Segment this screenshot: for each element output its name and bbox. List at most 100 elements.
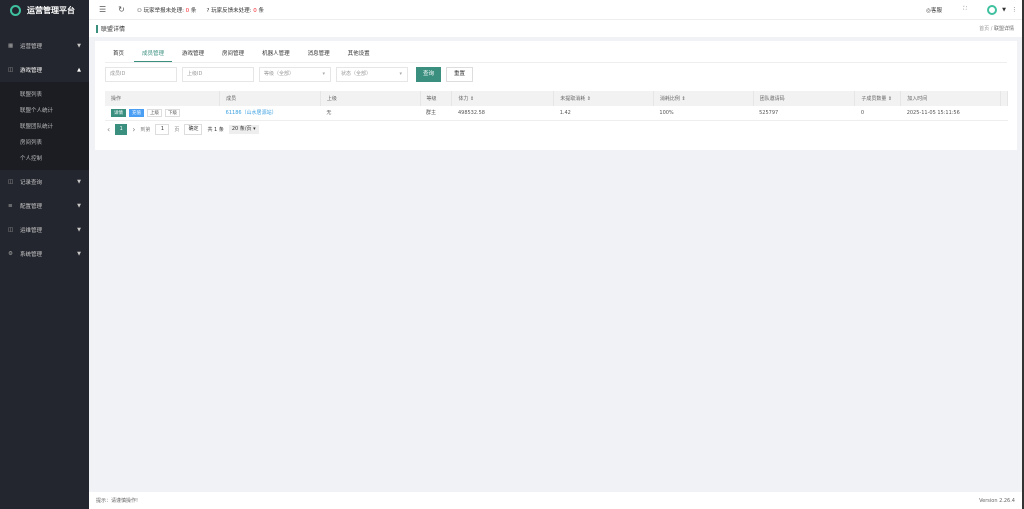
tab-messages[interactable]: 消息管理 (300, 47, 338, 62)
label: 客服 (931, 8, 942, 14)
more-icon[interactable]: ⋮ (1012, 7, 1018, 13)
breadcrumb-current: 联盟详情 (994, 26, 1014, 32)
member-id-input[interactable]: 成员ID (105, 67, 177, 82)
confirm-button[interactable]: 确定 (184, 124, 202, 135)
goto-label: 到第 (140, 126, 150, 133)
value: 20 条/页 (232, 126, 252, 132)
col-ratio[interactable]: 消耗比例 ⇕ (653, 91, 753, 106)
service-button[interactable]: ◎客服 (926, 6, 942, 14)
detail-button[interactable]: 详情 (111, 109, 126, 117)
col-level: 等级 (420, 91, 452, 106)
table-row: 详情充值上级下级 61186（山水居源站） 无 群主 498532.58 1.4… (105, 106, 1008, 120)
sidebar-item-ops[interactable]: ▦运营管理▼ (0, 34, 89, 58)
pagination: ‹ 1 › 到第 1 页 确定 共 1 条 20 条/页 ▾ (107, 124, 264, 135)
sidebar-item-records[interactable]: ◫ 记录查询 ▼ (0, 170, 89, 194)
sidebar-subitem-personal-control[interactable]: 个人控制 (0, 150, 89, 166)
col-invite: 团队邀请码 (753, 91, 855, 106)
page-input[interactable]: 1 (155, 124, 169, 135)
feedback-notice[interactable]: ? 玩家反馈未处理: 0 条 (206, 6, 264, 14)
col-member: 成员 (220, 91, 321, 106)
chevron-down-icon: ▾ (399, 68, 402, 81)
reset-button[interactable]: 重置 (446, 67, 473, 82)
sidebar-item-system[interactable]: ⚙ 系统管理 ▼ (0, 242, 89, 266)
breadcrumb-separator: / (991, 26, 993, 32)
sidebar-subitem-personal-stats[interactable]: 联盟个人统计 (0, 102, 89, 118)
content-card: 首页 成员管理 游戏管理 房间管理 机器人管理 消息管理 其他设置 成员ID 上… (95, 41, 1017, 150)
sidebar-item-game[interactable]: ◫ 游戏管理 ▲ (0, 58, 89, 82)
sidebar-item-config[interactable]: ≡配置管理▼ (0, 194, 89, 218)
record-icon: ◫ (8, 179, 14, 185)
ratio-cell: 100% (653, 106, 753, 120)
label: 游戏管理 (20, 66, 42, 74)
sidebar-subitem-team-stats[interactable]: 联盟团队统计 (0, 118, 89, 134)
caret-up-icon: ▲ (77, 67, 81, 73)
tab-rooms[interactable]: 房间管理 (214, 47, 252, 62)
logo-icon (10, 5, 21, 16)
value: 状态（全部） (341, 71, 371, 77)
tab-members[interactable]: 成员管理 (134, 47, 172, 62)
ops-icon: ◫ (8, 227, 14, 233)
col-stamina[interactable]: 体力 ⇕ (452, 91, 554, 106)
page-title: 联盟详情 (101, 24, 125, 33)
tab-home[interactable]: 首页 (105, 47, 132, 62)
col-unclaimed[interactable]: 未提取消耗 ⇕ (554, 91, 654, 106)
parent-cell: 无 (320, 106, 420, 120)
breadcrumb-home[interactable]: 首页 (979, 26, 989, 32)
gear-icon: ⚙ (8, 251, 14, 257)
caret-down-icon: ▼ (77, 43, 81, 49)
label: 记录查询 (20, 178, 42, 186)
member-link[interactable]: 61186（山水居源站） (220, 106, 321, 120)
caret-down-icon[interactable]: ▼ (1002, 7, 1006, 13)
recharge-button[interactable]: 充值 (129, 109, 144, 117)
parent-id-input[interactable]: 上级ID (182, 67, 254, 82)
sidebar-item-maint[interactable]: ◫运维管理▼ (0, 218, 89, 242)
tab-other[interactable]: 其他设置 (340, 47, 378, 62)
tab-robots[interactable]: 机器人管理 (254, 47, 298, 62)
submenu: 联盟列表 联盟个人统计 联盟团队统计 房间列表 个人控制 (0, 82, 89, 170)
label: 系统管理 (20, 250, 42, 258)
chevron-down-icon: ▾ (253, 126, 256, 132)
page-size-select[interactable]: 20 条/页 ▾ (229, 125, 259, 134)
spacer-cell (1000, 106, 1007, 120)
unit: 条 (191, 8, 197, 14)
col-children[interactable]: 子成员数量 ⇕ (855, 91, 901, 106)
col-joined: 加入时间 (901, 91, 1001, 106)
stamina-cell: 498532.58 (452, 106, 554, 120)
chart-icon: ▦ (8, 43, 14, 49)
app-title: 运营管理平台 (27, 5, 75, 16)
caret-down-icon: ▼ (77, 179, 81, 185)
level-select[interactable]: 等级（全部）▾ (259, 67, 331, 82)
unit: 条 (258, 8, 264, 14)
refresh-icon[interactable]: ↻ (118, 5, 125, 14)
page-unit: 页 (174, 126, 179, 133)
fullscreen-icon[interactable]: ⛶ (963, 6, 967, 13)
parent-button[interactable]: 上级 (147, 109, 162, 117)
status-select[interactable]: 状态（全部） ▾ (336, 67, 408, 82)
next-page-button[interactable]: › (132, 125, 135, 134)
invite-cell: 525797 (753, 106, 855, 120)
topbar: ☰ ↻ ⚇ 玩家举报未处理: 0 条 ? 玩家反馈未处理: 0 条 ◎客服 ⛶ … (89, 0, 1022, 19)
label: 配置管理 (20, 202, 42, 210)
col-parent: 上级 (320, 91, 420, 106)
page-1-button[interactable]: 1 (115, 124, 127, 135)
col-actions: 操作 (105, 91, 220, 106)
tabs: 首页 成员管理 游戏管理 房间管理 机器人管理 消息管理 其他设置 (105, 47, 1007, 63)
prev-page-button[interactable]: ‹ (107, 125, 110, 134)
footer-tip: 提示：请谨慎操作! (96, 497, 138, 504)
child-button[interactable]: 下级 (165, 109, 180, 117)
caret-down-icon: ▼ (77, 251, 81, 257)
label: 运维管理 (20, 226, 42, 234)
menu-toggle-icon[interactable]: ☰ (99, 5, 106, 14)
sidebar-subitem-alliance-list[interactable]: 联盟列表 (0, 86, 89, 102)
query-button[interactable]: 查询 (416, 67, 441, 82)
version: Version 2.26.4 (979, 498, 1015, 504)
caret-down-icon: ▼ (77, 203, 81, 209)
tab-games[interactable]: 游戏管理 (174, 47, 212, 62)
report-notice[interactable]: ⚇ 玩家举报未处理: 0 条 (137, 6, 197, 14)
value: 等级（全部） (264, 71, 294, 77)
table-header: 操作 成员 上级 等级 体力 ⇕ 未提取消耗 ⇕ 消耗比例 ⇕ 团队邀请码 子成… (105, 91, 1008, 106)
label: 玩家举报未处理: (144, 8, 184, 14)
avatar[interactable] (987, 5, 997, 15)
gamepad-icon: ◫ (8, 67, 14, 73)
sidebar-subitem-room-list[interactable]: 房间列表 (0, 134, 89, 150)
